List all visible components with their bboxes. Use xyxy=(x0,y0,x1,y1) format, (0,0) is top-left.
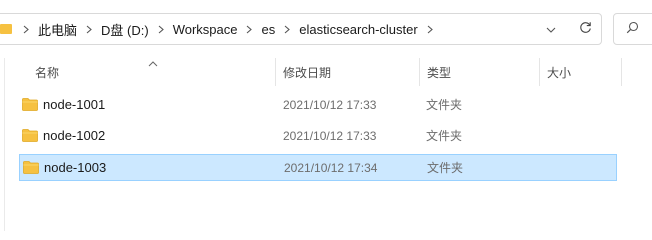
address-history-button[interactable] xyxy=(536,14,566,44)
breadcrumb: 此电脑 D盘 (D:) Workspace es elasticsearch-c… xyxy=(0,13,438,45)
file-type: 文件夹 xyxy=(426,98,463,112)
chevron-right-icon[interactable] xyxy=(153,13,169,45)
chevron-right-icon[interactable] xyxy=(241,13,257,45)
breadcrumb-item-elasticsearch-cluster[interactable]: elasticsearch-cluster xyxy=(295,13,422,45)
file-row[interactable]: node-1001 2021/10/12 17:33 文件夹 xyxy=(19,92,617,119)
file-modified-date: 2021/10/12 17:33 xyxy=(283,97,377,112)
file-modified-date: 2021/10/12 17:33 xyxy=(283,128,377,143)
file-modified-date: 2021/10/12 17:34 xyxy=(284,160,378,175)
search-icon xyxy=(626,21,639,37)
refresh-button[interactable] xyxy=(570,14,600,44)
breadcrumb-item-this-pc[interactable]: 此电脑 xyxy=(34,13,81,45)
column-divider[interactable] xyxy=(621,58,622,86)
file-type: 文件夹 xyxy=(427,161,464,175)
folder-icon xyxy=(0,24,12,34)
chevron-right-icon[interactable] xyxy=(422,13,438,45)
column-header-size[interactable]: 大小 xyxy=(547,58,571,86)
column-header-name[interactable]: 名称 xyxy=(35,58,59,86)
folder-icon xyxy=(22,129,38,145)
folder-icon xyxy=(22,98,38,114)
breadcrumb-item-d-drive[interactable]: D盘 (D:) xyxy=(97,13,153,45)
folder-icon xyxy=(23,161,39,177)
file-type: 文件夹 xyxy=(426,129,463,143)
refresh-icon xyxy=(579,21,592,37)
breadcrumb-item-es[interactable]: es xyxy=(257,13,279,45)
chevron-right-icon[interactable] xyxy=(81,13,97,45)
search-input[interactable] xyxy=(613,13,652,45)
chevron-right-icon[interactable] xyxy=(279,13,295,45)
chevron-right-icon[interactable] xyxy=(18,13,34,45)
column-divider[interactable] xyxy=(539,58,540,86)
column-header-modified[interactable]: 修改日期 xyxy=(283,58,331,86)
pane-divider xyxy=(4,58,5,231)
file-name: node-1001 xyxy=(43,97,106,112)
sort-ascending-icon xyxy=(148,56,158,70)
breadcrumb-item-workspace[interactable]: Workspace xyxy=(169,13,242,45)
file-name: node-1002 xyxy=(43,128,106,143)
chevron-down-icon xyxy=(546,22,556,36)
file-row-selected[interactable]: node-1003 2021/10/12 17:34 文件夹 xyxy=(19,154,617,181)
column-divider[interactable] xyxy=(419,58,420,86)
file-name: node-1003 xyxy=(44,160,107,175)
column-header-type[interactable]: 类型 xyxy=(427,58,451,86)
file-row[interactable]: node-1002 2021/10/12 17:33 文件夹 xyxy=(19,123,617,150)
column-divider[interactable] xyxy=(275,58,276,86)
